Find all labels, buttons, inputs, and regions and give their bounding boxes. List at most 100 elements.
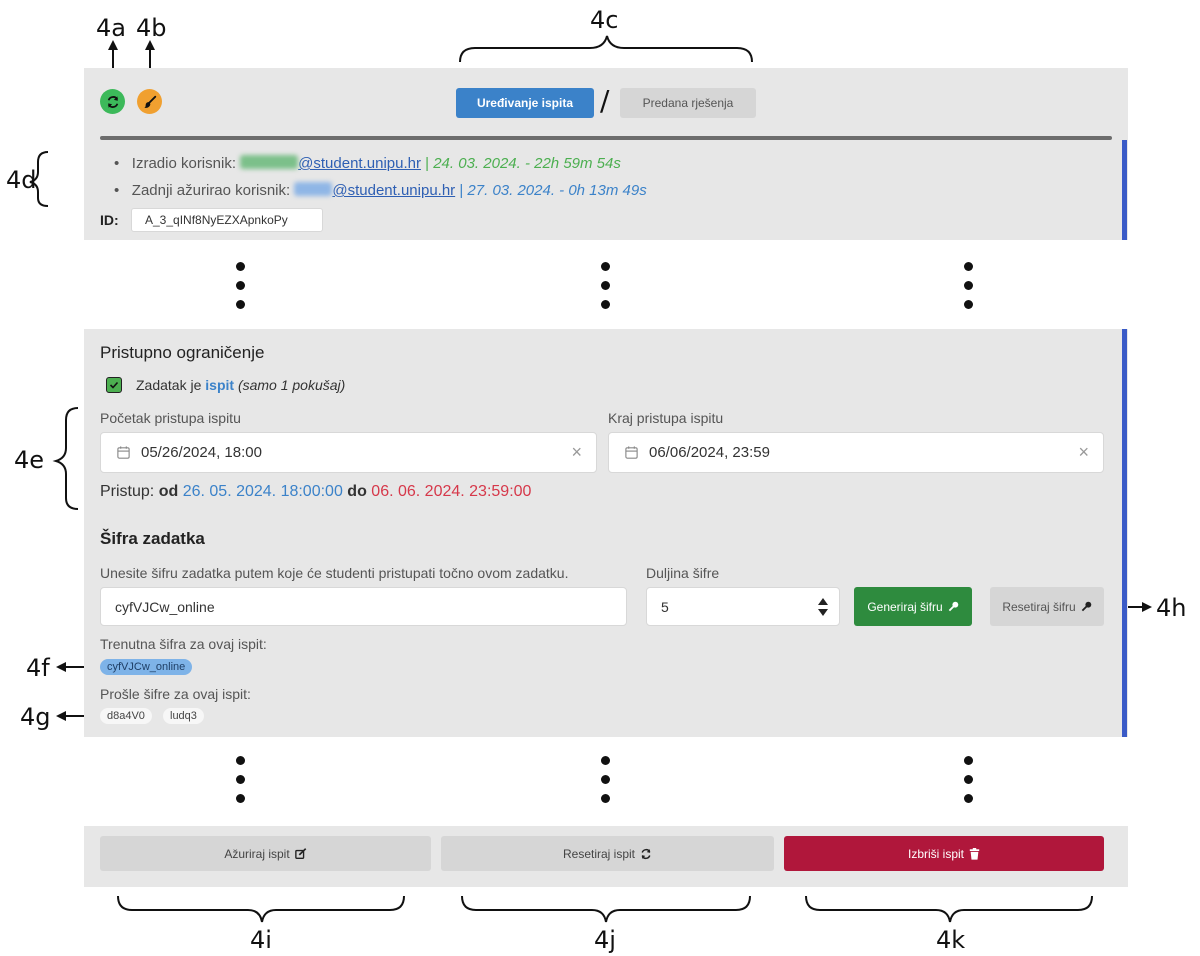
calendar-icon [117,446,130,459]
exam-id-field[interactable]: A_3_qINf8NyEZXApnkoPy [131,208,323,232]
clear-start-button[interactable]: × [571,442,582,463]
stepper-arrows-icon[interactable] [817,596,829,618]
key-icon [1081,601,1091,612]
summary-from: od [158,483,179,500]
past-code-badge: d8a4V0 [100,708,152,724]
refresh-icon [641,848,651,859]
callout-label-i: 4i [250,926,272,954]
header-divider [100,136,1112,140]
summary-start: 26. 05. 2024. 18:00:00 [182,483,343,500]
exam-note: (samo 1 pokušaj) [237,377,346,393]
check-icon [109,381,119,389]
clear-brush-button[interactable] [137,89,162,114]
delete-exam-label: Izbriši ispit [907,846,964,861]
callout-label-g: 4g [20,703,51,731]
created-by-line: • Izradio korisnik: @student.unipu.hr | … [114,155,621,172]
callout-brace-i [117,895,405,923]
callout-label-j: 4j [594,926,616,954]
ellipsis-vertical [601,262,611,319]
callout-arrowhead-h [1142,602,1152,612]
ellipsis-vertical [236,756,246,813]
reset-exam-button[interactable]: Resetiraj ispit [441,836,774,871]
end-datetime-input[interactable]: 06/06/2024, 23:59 × [608,432,1104,473]
panel-accent-bar [1122,329,1127,737]
updated-by-line: • Zadnji ažurirao korisnik: @student.uni… [114,182,647,199]
end-datetime-value: 06/06/2024, 23:59 [649,444,770,461]
ellipsis-vertical [601,756,611,813]
callout-label-a: 4a [96,14,126,42]
callout-label-k: 4k [936,926,966,954]
start-access-label: Početak pristupa ispitu [100,410,241,426]
id-label: ID: [100,212,119,228]
ellipsis-vertical [964,756,974,813]
refresh-icon [107,95,118,108]
start-datetime-value: 05/26/2024, 18:00 [141,444,262,461]
brush-icon [143,95,156,108]
reset-code-button[interactable]: Resetiraj šifru [990,587,1104,626]
current-code-label: Trenutna šifra za ovaj ispit: [100,636,267,652]
ellipsis-vertical [236,262,246,319]
code-length-value: 5 [661,598,669,615]
key-icon [948,601,958,612]
generate-code-label: Generiraj šifru [867,599,943,614]
summary-label: Pristup: [100,483,155,500]
callout-arrowhead-f [56,662,66,672]
end-access-label: Kraj pristupa ispitu [608,410,724,426]
refresh-button[interactable] [100,89,125,114]
task-code-instruction: Unesite šifru zadatka putem koje će stud… [100,565,569,581]
bullet: • [114,155,120,172]
summary-end: 06. 06. 2024. 23:59:00 [371,483,532,500]
calendar-icon [625,446,638,459]
task-code-title: Šifra zadatka [100,529,205,548]
redacted-username [294,182,333,196]
callout-label-e: 4e [14,446,45,474]
pipe-separator: | [459,182,464,199]
callout-label-b: 4b [136,14,167,42]
clear-end-button[interactable]: × [1078,442,1089,463]
pipe-separator: | [425,155,430,172]
access-summary: Pristup: od 26. 05. 2024. 18:00:00 do 06… [100,483,531,501]
tab-submitted-solutions[interactable]: Predana rješenja [620,88,756,118]
edit-icon [294,847,306,859]
callout-label-h: 4h [1156,594,1187,622]
callout-brace-c [459,35,753,63]
callout-label-f: 4f [26,654,50,682]
summary-to: do [347,483,367,500]
past-code-badge: ludq3 [163,708,204,724]
access-restriction-title: Pristupno ograničenje [100,343,265,362]
code-length-input[interactable]: 5 [646,587,840,626]
callout-brace-e [52,407,79,510]
generate-code-button[interactable]: Generiraj šifru [854,587,972,626]
updated-email-link[interactable]: @student.unipu.hr [332,182,455,199]
code-length-label: Duljina šifre [646,565,720,581]
callout-brace-j [461,895,751,923]
created-label: Izradio korisnik: [131,155,236,172]
reset-code-label: Resetiraj šifru [1002,599,1076,614]
exam-text: Zadatak je [136,377,202,393]
past-codes-label: Prošle šifre za ovaj ispit: [100,686,251,702]
trash-icon [969,847,980,860]
callout-label-d: 4d [6,166,37,194]
tab-separator: / [600,84,610,117]
exam-checkbox[interactable] [106,377,122,393]
exam-word: ispit [205,377,235,393]
callout-arrowhead-g [56,711,66,721]
update-exam-label: Ažuriraj ispit [224,846,290,861]
ellipsis-vertical [964,262,974,319]
created-email-link[interactable]: @student.unipu.hr [298,155,421,172]
current-code-badge: cyfVJCw_online [100,659,193,675]
panel-accent-bar [1122,140,1127,240]
delete-exam-button[interactable]: Izbriši ispit [784,836,1104,871]
callout-brace-k [805,895,1093,923]
reset-exam-label: Resetiraj ispit [562,846,636,861]
redacted-username [240,155,299,169]
bullet: • [114,182,120,199]
tab-exam-edit[interactable]: Uređivanje ispita [456,88,594,118]
update-exam-button[interactable]: Ažuriraj ispit [100,836,431,871]
start-datetime-input[interactable]: 05/26/2024, 18:00 × [100,432,597,473]
task-code-input[interactable]: cyfVJCw_online [100,587,627,626]
updated-label: Zadnji ažurirao korisnik: [131,182,291,199]
updated-date: 27. 03. 2024. - 0h 13m 49s [467,182,647,199]
created-date: 24. 03. 2024. - 22h 59m 54s [433,155,621,172]
callout-label-c: 4c [590,6,619,34]
